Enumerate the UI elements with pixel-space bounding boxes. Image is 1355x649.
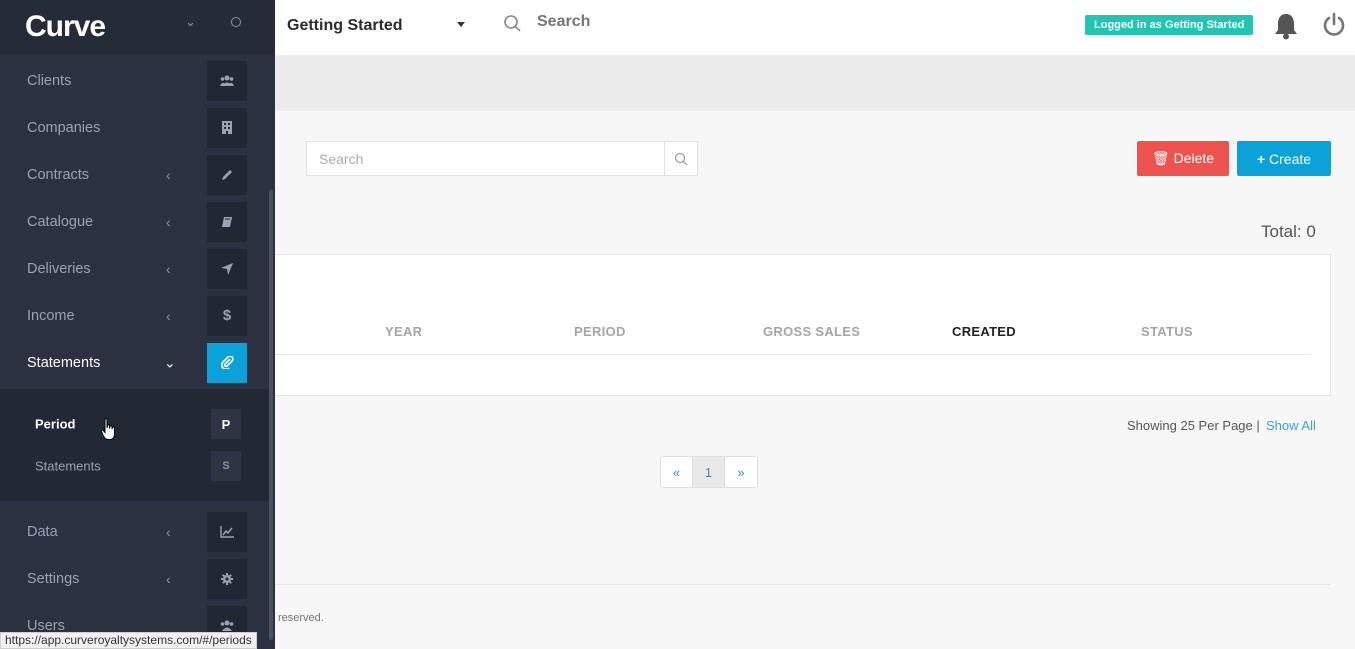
statements-submenu: Period P Statements S [0,389,270,501]
sidebar: Curve ⌄ Clients Companies Contracts ‹ Ca… [0,0,275,649]
column-header-gross-sales[interactable]: GROSS SALES [763,324,860,339]
sidebar-item-catalogue[interactable]: Catalogue ‹ [0,198,270,245]
caret-down-icon[interactable] [457,22,465,27]
sidebar-item-label: Companies [27,119,101,136]
trash-icon: 🗑 [1151,150,1170,166]
pagination: « 1 » [660,456,758,488]
dollar-icon: $ [207,295,247,336]
submenu-item-period[interactable]: Period P [0,403,270,445]
show-all-link[interactable]: Show All [1266,418,1316,433]
paperclip-icon [207,342,247,383]
pagination-next[interactable]: » [725,457,757,487]
gear-icon [207,558,247,599]
submenu-letter-badge: P [211,409,241,439]
sidebar-item-data[interactable]: Data ‹ [0,508,270,555]
sidebar-item-label: Contracts [27,166,90,183]
hand-cursor-icon [100,418,117,447]
sidebar-item-label: Data [27,523,58,540]
delete-label: Delete [1173,150,1215,166]
sidebar-item-label: Deliveries [27,260,91,277]
users-icon [207,60,247,101]
sidebar-item-label: Income [27,307,75,324]
chevron-left-icon: ‹ [166,213,171,230]
search-button[interactable] [664,142,697,175]
sidebar-item-label: Clients [27,72,72,89]
send-icon [207,248,247,289]
sidebar-item-companies[interactable]: Companies [0,104,270,151]
logo[interactable]: Curve [25,10,106,44]
submenu-item-label: Period [35,416,76,432]
chevron-down-icon: ⌄ [164,354,176,370]
sidebar-item-label: Statements [27,354,101,371]
brand-bar: Curve ⌄ [0,0,275,55]
plus-icon: + [1256,150,1266,167]
footer-text: reserved. [278,612,324,624]
sidebar-scrollbar[interactable] [269,190,273,640]
search-input[interactable] [307,142,665,175]
sidebar-item-deliveries[interactable]: Deliveries ‹ [0,245,270,292]
company-selector[interactable]: Getting Started [287,17,403,35]
topbar: Getting Started Logged in as Getting Sta… [275,0,1355,55]
chevron-left-icon: ‹ [166,523,171,540]
bell-icon[interactable] [1273,12,1299,45]
circle-toggle-icon[interactable] [231,17,241,27]
chevron-left-icon: ‹ [166,260,171,277]
create-button[interactable]: + Create [1237,141,1331,176]
periods-table: YEAR PERIOD GROSS SALES CREATED STATUS [275,254,1331,396]
column-header-period[interactable]: PERIOD [574,324,626,339]
pencil-icon [207,154,247,195]
search-icon [674,152,688,165]
pagination-prev[interactable]: « [661,457,693,487]
submenu-item-statements[interactable]: Statements S [0,445,270,487]
sidebar-item-income[interactable]: Income ‹ $ [0,292,270,339]
chevron-left-icon: ‹ [166,570,171,587]
sidebar-item-clients[interactable]: Clients [0,57,270,104]
link-status-bar: https://app.curveroyaltysystems.com/#/pe… [0,632,257,649]
footer-divider [275,584,1331,585]
building-icon [207,107,247,148]
sidebar-item-contracts[interactable]: Contracts ‹ [0,151,270,198]
global-search-input[interactable] [537,13,737,31]
column-header-year[interactable]: YEAR [385,324,422,339]
chart-icon [207,511,247,552]
create-label: Create [1269,150,1312,167]
power-icon[interactable] [1322,12,1346,43]
search-box [306,141,698,176]
sidebar-item-label: Catalogue [27,213,94,230]
logged-in-badge: Logged in as Getting Started [1085,15,1254,35]
sidebar-item-statements[interactable]: Statements ⌄ [0,339,270,386]
page-header-bar [275,55,1355,111]
submenu-letter-badge: S [211,451,241,481]
header-divider [275,354,1310,355]
pagination-page[interactable]: 1 [693,457,725,487]
search-icon [503,14,523,39]
chevron-left-icon: ‹ [166,166,171,183]
submenu-item-label: Statements [35,458,101,474]
book-icon [207,201,247,242]
total-count: Total: 0 [1261,222,1316,241]
column-header-created[interactable]: CREATED [952,324,1016,339]
sidebar-item-settings[interactable]: Settings ‹ [0,555,270,602]
delete-button[interactable]: 🗑 Delete [1137,141,1229,176]
chevron-down-icon[interactable]: ⌄ [185,14,196,30]
sidebar-item-label: Settings [27,570,80,587]
column-header-status[interactable]: STATUS [1141,324,1193,339]
per-page-text: Showing 25 Per Page | [1127,418,1260,433]
chevron-left-icon: ‹ [166,307,171,324]
